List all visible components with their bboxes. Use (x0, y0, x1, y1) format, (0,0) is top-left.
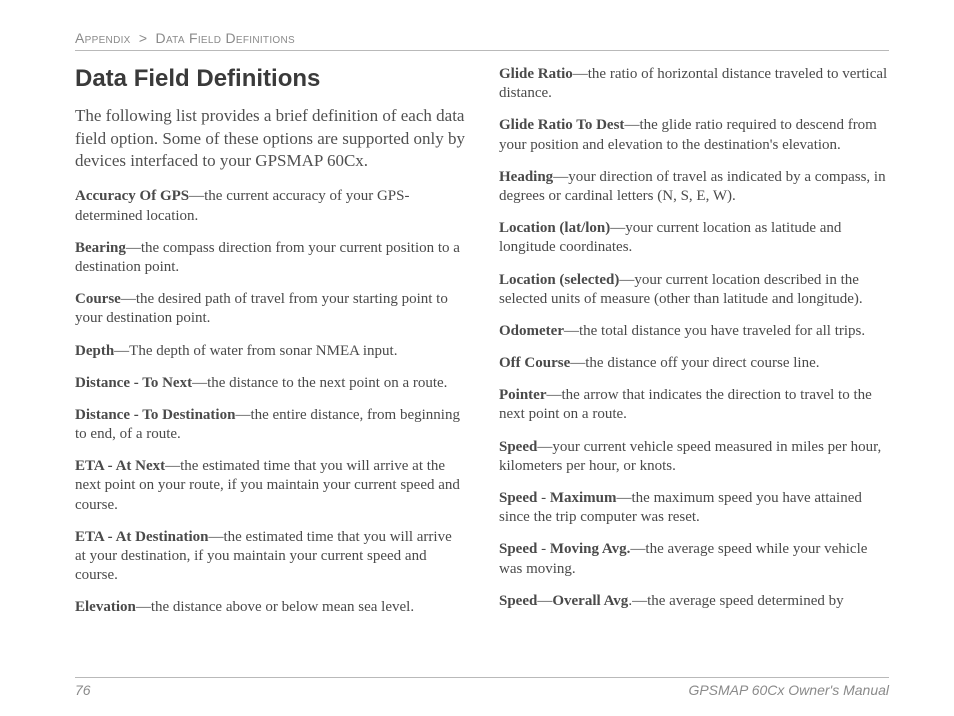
definition-separator: — (570, 355, 585, 371)
definition-separator: — (610, 220, 625, 236)
definition-separator: - (537, 490, 550, 506)
definition-separator: — (126, 240, 141, 256)
definition-separator: — (121, 291, 136, 307)
definition-item: Speed - Maximum—the maximum speed you ha… (499, 489, 889, 527)
page-number: 76 (75, 682, 91, 698)
definition-item: Odometer—the total distance you have tra… (499, 322, 889, 341)
definition-term: ETA - At Next (75, 458, 165, 474)
definition-separator: — (235, 407, 250, 423)
definition-item: Glide Ratio—the ratio of horizontal dist… (499, 65, 889, 103)
definition-item: Heading—your direction of travel as indi… (499, 168, 889, 206)
definition-item: Distance - To Destination—the entire dis… (75, 406, 465, 444)
definition-separator: — (624, 117, 639, 133)
definition-term: Bearing (75, 240, 126, 256)
definition-term: Location (lat/lon) (499, 220, 610, 236)
definition-term: Off Course (499, 355, 570, 371)
definition-item: ETA - At Destination—the estimated time … (75, 528, 465, 586)
content-columns: Data Field Definitions The following lis… (75, 51, 889, 677)
definition-term-secondary: Overall Avg (552, 593, 628, 609)
definition-separator: — (537, 593, 552, 609)
definition-term: Speed (499, 541, 537, 557)
definition-item: Location (selected)—your current locatio… (499, 271, 889, 309)
definition-item: Course—the desired path of travel from y… (75, 290, 465, 328)
definition-item: Pointer—the arrow that indicates the dir… (499, 386, 889, 424)
definition-separator: — (189, 188, 204, 204)
definition-description: The depth of water from sonar NMEA input… (129, 343, 397, 359)
definition-separator: — (619, 272, 634, 288)
definition-description: the distance above or below mean sea lev… (151, 599, 414, 615)
manual-title: GPSMAP 60Cx Owner's Manual (688, 682, 889, 698)
definition-separator: — (573, 66, 588, 82)
definition-separator: — (553, 169, 568, 185)
definition-term: Distance - To Destination (75, 407, 235, 423)
definition-description: the distance to the next point on a rout… (207, 375, 447, 391)
definition-separator: .— (628, 593, 647, 609)
definition-separator: — (564, 323, 579, 339)
definition-term: Pointer (499, 387, 546, 403)
page-title: Data Field Definitions (75, 65, 465, 93)
definition-term: ETA - At Destination (75, 529, 208, 545)
breadcrumb-separator: > (139, 30, 147, 46)
definition-term: Odometer (499, 323, 564, 339)
definition-term: Accuracy Of GPS (75, 188, 189, 204)
definition-item: Speed—Overall Avg.—the average speed det… (499, 592, 889, 611)
definition-description: the average speed determined by (647, 593, 844, 609)
definition-term: Glide Ratio To Dest (499, 117, 624, 133)
definition-separator: — (192, 375, 207, 391)
definition-item: Accuracy Of GPS—the current accuracy of … (75, 187, 465, 225)
definition-description: the total distance you have traveled for… (579, 323, 865, 339)
definition-term-secondary: Moving Avg. (550, 541, 631, 557)
definition-term: Glide Ratio (499, 66, 573, 82)
definition-item: Off Course—the distance off your direct … (499, 354, 889, 373)
definition-term: Distance - To Next (75, 375, 192, 391)
definition-separator: — (630, 541, 645, 557)
intro-paragraph: The following list provides a brief defi… (75, 105, 465, 174)
definition-separator: — (165, 458, 180, 474)
definition-term: Elevation (75, 599, 136, 615)
definition-item: Speed - Moving Avg.—the average speed wh… (499, 540, 889, 578)
definition-term-secondary: Maximum (550, 490, 617, 506)
breadcrumb-subsection: Data Field Definitions (156, 30, 295, 46)
definition-separator: — (136, 599, 151, 615)
definition-item: Depth—The depth of water from sonar NMEA… (75, 342, 465, 361)
document-page: Appendix > Data Field Definitions Data F… (0, 0, 954, 716)
definition-term: Course (75, 291, 121, 307)
breadcrumb: Appendix > Data Field Definitions (75, 30, 889, 51)
definition-separator: - (537, 541, 550, 557)
definition-item: Distance - To Next—the distance to the n… (75, 374, 465, 393)
definition-term: Heading (499, 169, 553, 185)
definition-item: Location (lat/lon)—your current location… (499, 219, 889, 257)
definition-separator: — (546, 387, 561, 403)
definition-separator: — (617, 490, 632, 506)
definition-separator: — (114, 343, 129, 359)
definition-description: the distance off your direct course line… (585, 355, 819, 371)
definition-item: Elevation—the distance above or below me… (75, 598, 465, 617)
definition-item: ETA - At Next—the estimated time that yo… (75, 457, 465, 515)
definition-separator: — (208, 529, 223, 545)
page-footer: 76 GPSMAP 60Cx Owner's Manual (75, 677, 889, 698)
definition-term: Depth (75, 343, 114, 359)
definition-item: Glide Ratio To Dest—the glide ratio requ… (499, 116, 889, 154)
definition-term: Speed (499, 439, 537, 455)
definition-term: Speed (499, 593, 537, 609)
definition-term: Location (selected) (499, 272, 619, 288)
breadcrumb-section: Appendix (75, 30, 131, 46)
definition-separator: — (537, 439, 552, 455)
definition-item: Bearing—the compass direction from your … (75, 239, 465, 277)
definition-item: Speed—your current vehicle speed measure… (499, 438, 889, 476)
definition-description: your current vehicle speed measured in m… (499, 439, 881, 474)
definition-term: Speed (499, 490, 537, 506)
